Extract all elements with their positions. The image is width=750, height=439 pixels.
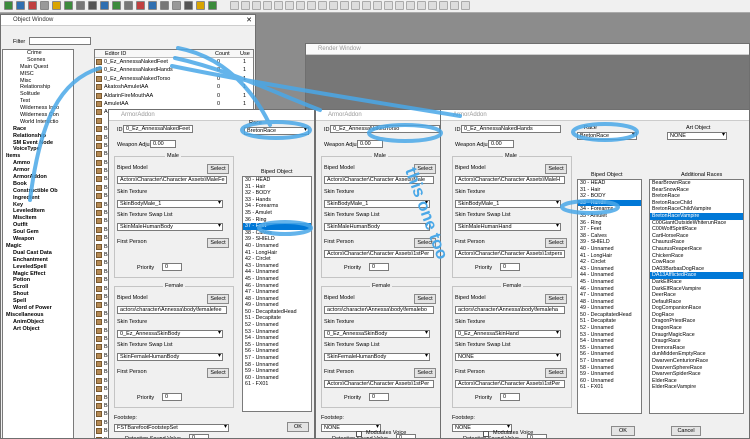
annotation-circle-race-2	[367, 123, 443, 143]
annotation-circle-hands	[560, 199, 620, 215]
annotation-arrow-armoraddon	[28, 66, 102, 202]
annotation-circle-race-1	[240, 120, 312, 140]
annotation-circle-feet	[257, 220, 313, 236]
annotation-arrow-torso	[173, 56, 322, 112]
annotation-circle-race-3	[571, 122, 639, 142]
annotation-text: this one too	[401, 165, 452, 262]
annotation-overlay: this one too	[28, 46, 639, 262]
annotation-arrow-feet	[176, 46, 272, 127]
